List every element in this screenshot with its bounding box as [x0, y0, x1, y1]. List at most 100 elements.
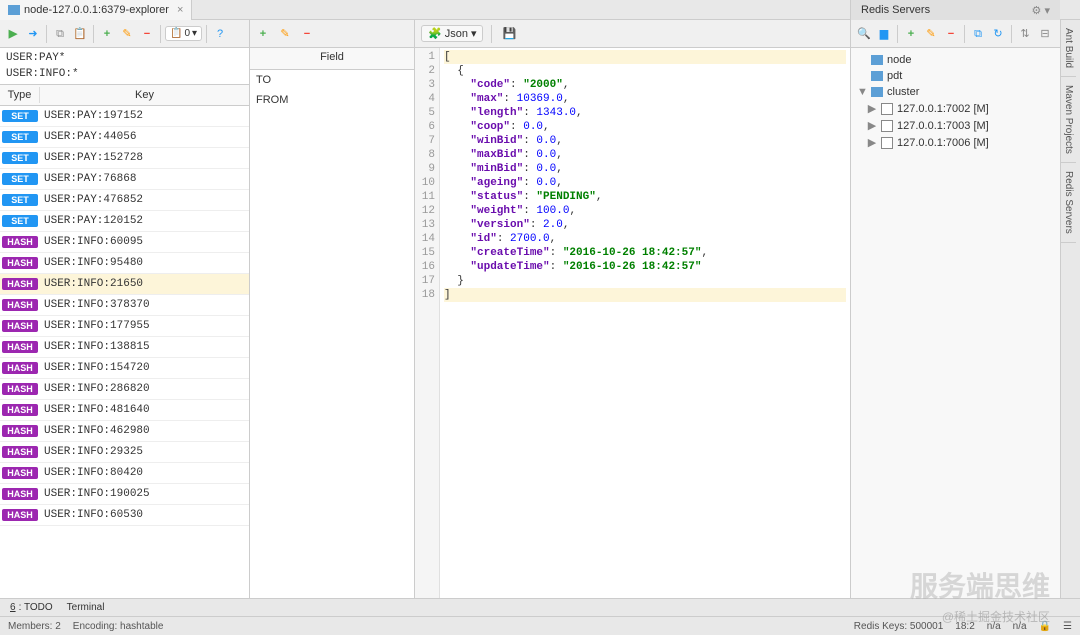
copy-icon[interactable]: ⧉: [51, 25, 69, 43]
tree-item[interactable]: ▶127.0.0.1:7003 [M]: [855, 117, 1076, 134]
format-dropdown[interactable]: 🧩 Json ▾: [421, 25, 483, 42]
table-row[interactable]: HASHUSER:INFO:481640: [0, 400, 249, 421]
help-icon[interactable]: ?: [211, 25, 229, 43]
side-tab[interactable]: Maven Projects: [1061, 77, 1076, 163]
tree-label: cluster: [887, 86, 919, 98]
bottom-tab[interactable]: 6: TODO: [4, 601, 59, 614]
side-tab[interactable]: Ant Build: [1061, 20, 1076, 77]
key-cell: USER:PAY:152728: [40, 150, 249, 166]
key-table[interactable]: SETUSER:PAY:197152SETUSER:PAY:44056SETUS…: [0, 106, 249, 598]
table-row[interactable]: HASHUSER:INFO:95480: [0, 253, 249, 274]
servers-panel-header: Redis Servers ⚙ ▾: [850, 0, 1060, 20]
key-cell: USER:INFO:481640: [40, 402, 249, 418]
table-row[interactable]: SETUSER:PAY:197152: [0, 106, 249, 127]
table-row[interactable]: SETUSER:PAY:120152: [0, 211, 249, 232]
table-row[interactable]: HASHUSER:INFO:378370: [0, 295, 249, 316]
servers-panel: 🔍 ▆ + ✎ − ⧉ ↻ ⇅ ⊟ nodepdt ▼ cluster ▶127.0.…: [850, 20, 1080, 598]
remove-icon[interactable]: −: [138, 25, 156, 43]
editor-tab[interactable]: node-127.0.0.1:6379-explorer ×: [0, 0, 192, 20]
forward-icon[interactable]: ➜: [24, 25, 42, 43]
srv-icon: [881, 120, 893, 132]
tree-item[interactable]: node: [855, 52, 1076, 68]
table-row[interactable]: HASHUSER:INFO:80420: [0, 463, 249, 484]
count-dropdown[interactable]: 📋 0 ▾: [165, 26, 202, 41]
table-row[interactable]: HASHUSER:INFO:60530: [0, 505, 249, 526]
key-cell: USER:INFO:80420: [40, 465, 249, 481]
code-editor[interactable]: 123456789101112131415161718 [ { "code": …: [415, 48, 850, 598]
field-toolbar: + ✎ −: [250, 20, 414, 48]
db-icon[interactable]: ▆: [875, 25, 893, 43]
add-icon[interactable]: +: [98, 25, 116, 43]
collapse-icon[interactable]: ⊟: [1036, 25, 1054, 43]
table-row[interactable]: SETUSER:PAY:476852: [0, 190, 249, 211]
table-row[interactable]: SETUSER:PAY:152728: [0, 148, 249, 169]
type-badge: HASH: [2, 257, 38, 269]
key-cell: USER:INFO:190025: [40, 486, 249, 502]
type-badge: SET: [2, 110, 38, 122]
status-rediskeys: Redis Keys: 500001: [854, 621, 944, 632]
table-row[interactable]: HASHUSER:INFO:29325: [0, 442, 249, 463]
servers-title: Redis Servers: [861, 4, 930, 16]
bottom-tab[interactable]: Terminal: [61, 601, 111, 614]
save-icon[interactable]: 💾: [500, 25, 518, 43]
table-row[interactable]: HASHUSER:INFO:60095: [0, 232, 249, 253]
status-encoding: Encoding: hashtable: [73, 621, 164, 632]
chevron-down-icon: ▾: [471, 27, 477, 40]
table-row[interactable]: HASHUSER:INFO:138815: [0, 337, 249, 358]
tree-item[interactable]: ▼ cluster: [855, 84, 1076, 100]
gear-icon[interactable]: ⚙ ▾: [1032, 4, 1050, 17]
type-badge: HASH: [2, 341, 38, 353]
type-badge: HASH: [2, 299, 38, 311]
menu-icon[interactable]: ☰: [1063, 621, 1072, 632]
table-row[interactable]: HASHUSER:INFO:190025: [0, 484, 249, 505]
copy-icon[interactable]: ⧉: [969, 25, 987, 43]
type-badge: HASH: [2, 362, 38, 374]
field-item[interactable]: FROM: [250, 90, 414, 110]
run-icon[interactable]: ▶: [4, 25, 22, 43]
key-cell: USER:PAY:476852: [40, 192, 249, 208]
edit-icon[interactable]: ✎: [922, 25, 940, 43]
tree-item[interactable]: ▶127.0.0.1:7002 [M]: [855, 100, 1076, 117]
status-pos: 18:2: [955, 621, 974, 632]
type-badge: HASH: [2, 446, 38, 458]
tree-item[interactable]: pdt: [855, 68, 1076, 84]
table-row[interactable]: SETUSER:PAY:76868: [0, 169, 249, 190]
pattern-item[interactable]: USER:PAY*: [2, 50, 247, 66]
table-row[interactable]: HASHUSER:INFO:154720: [0, 358, 249, 379]
add-icon[interactable]: +: [902, 25, 920, 43]
sort-icon[interactable]: ⇅: [1016, 25, 1034, 43]
key-cell: USER:INFO:95480: [40, 255, 249, 271]
remove-icon[interactable]: −: [942, 25, 960, 43]
db-icon: [871, 87, 883, 97]
table-row[interactable]: HASHUSER:INFO:177955: [0, 316, 249, 337]
lock-icon[interactable]: 🔒: [1039, 621, 1051, 632]
paste-icon[interactable]: 📋: [71, 25, 89, 43]
field-item[interactable]: TO: [250, 70, 414, 90]
edit-icon[interactable]: ✎: [276, 25, 294, 43]
refresh-icon[interactable]: ↻: [989, 25, 1007, 43]
table-row[interactable]: HASHUSER:INFO:21650: [0, 274, 249, 295]
add-icon[interactable]: +: [254, 25, 272, 43]
tab-bar: node-127.0.0.1:6379-explorer × Redis Ser…: [0, 0, 1080, 20]
remove-icon[interactable]: −: [298, 25, 316, 43]
table-row[interactable]: SETUSER:PAY:44056: [0, 127, 249, 148]
server-tree[interactable]: nodepdt▼cluster▶127.0.0.1:7002 [M]▶127.0…: [851, 48, 1080, 155]
table-row[interactable]: HASHUSER:INFO:286820: [0, 379, 249, 400]
field-list[interactable]: TOFROM: [250, 70, 414, 598]
key-cell: USER:INFO:60095: [40, 234, 249, 250]
main-area: ▶ ➜ ⧉ 📋 + ✎ − 📋 0 ▾ ? USER:PAY*USER:INFO…: [0, 20, 1080, 598]
search-icon[interactable]: 🔍: [855, 25, 873, 43]
side-tab[interactable]: Redis Servers: [1061, 163, 1076, 243]
servers-toolbar: 🔍 ▆ + ✎ − ⧉ ↻ ⇅ ⊟: [851, 20, 1080, 48]
json-icon: 🧩: [428, 27, 442, 40]
chevron-icon: ▼: [857, 86, 867, 98]
tree-item[interactable]: ▶127.0.0.1:7006 [M]: [855, 134, 1076, 151]
key-cell: USER:PAY:44056: [40, 129, 249, 145]
key-cell: USER:INFO:29325: [40, 444, 249, 460]
edit-icon[interactable]: ✎: [118, 25, 136, 43]
code-text[interactable]: [ { "code": "2000", "max": 10369.0, "len…: [440, 48, 850, 598]
table-row[interactable]: HASHUSER:INFO:462980: [0, 421, 249, 442]
pattern-item[interactable]: USER:INFO:*: [2, 66, 247, 82]
type-badge: SET: [2, 215, 38, 227]
close-icon[interactable]: ×: [177, 4, 183, 16]
